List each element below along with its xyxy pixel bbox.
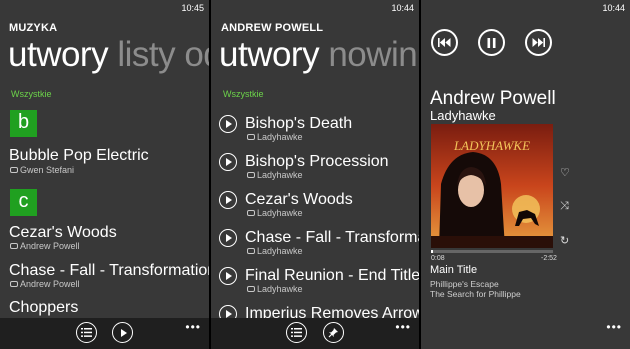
list-item[interactable]: Bishop's Procession xyxy=(219,152,419,171)
artist-icon xyxy=(10,281,18,287)
song-album: Ladyhawke xyxy=(247,208,303,218)
album-label: Ladyhawke xyxy=(257,132,303,142)
album-label: Ladyhawke xyxy=(257,284,303,294)
pivot-new[interactable]: nowinki xyxy=(328,35,419,74)
song-title[interactable]: Cezar's Woods xyxy=(9,223,117,242)
album-icon xyxy=(247,248,255,254)
album-label: Ladyhawke xyxy=(257,170,303,180)
album-icon xyxy=(247,172,255,178)
song-title[interactable]: Cezar's Woods xyxy=(245,190,353,209)
album-icon xyxy=(247,286,255,292)
song-artist: Andrew Powell xyxy=(10,279,80,289)
cover-title: LADYHAWKE xyxy=(453,138,530,153)
album-label: Ladyhawke xyxy=(257,208,303,218)
list-icon[interactable] xyxy=(76,322,97,343)
song-artist: Gwen Stefani xyxy=(10,165,74,175)
song-artist: Andrew Powell xyxy=(10,241,80,251)
list-item[interactable]: Cezar's Woods xyxy=(219,190,419,209)
more-icon[interactable]: ••• xyxy=(185,321,201,333)
play-icon[interactable] xyxy=(112,322,133,343)
song-title[interactable]: Final Reunion - End Title xyxy=(245,266,419,285)
album-icon xyxy=(247,134,255,140)
song-title[interactable]: Bishop's Death xyxy=(245,114,352,133)
pivot-songs[interactable]: utwory xyxy=(219,35,320,74)
more-icon[interactable]: ••• xyxy=(606,321,622,333)
album-label: Ladyhawke xyxy=(257,246,303,256)
status-clock: 10:44 xyxy=(602,3,625,13)
song-title[interactable]: Chase - Fall - Transformation xyxy=(245,228,419,247)
artist-label: Andrew Powell xyxy=(20,279,80,289)
status-clock: 10:45 xyxy=(181,3,204,13)
pivot-playlists[interactable]: listy odt xyxy=(117,35,209,74)
play-icon[interactable] xyxy=(219,152,237,171)
list-item[interactable]: Chase - Fall - Transformation xyxy=(219,228,419,247)
next-track: Phillippe's Escape xyxy=(430,279,499,289)
artist-songs-screen: 10:44 ANDREW POWELL utwory nowinki Wszys… xyxy=(211,0,419,349)
play-icon[interactable] xyxy=(219,114,237,133)
pin-icon[interactable] xyxy=(323,322,344,343)
more-icon[interactable]: ••• xyxy=(395,321,411,333)
filter-all[interactable]: Wszystkie xyxy=(223,89,264,99)
progress-bar[interactable] xyxy=(431,250,553,253)
filter-all[interactable]: Wszystkie xyxy=(11,89,52,99)
album-cover: LADYHAWKE xyxy=(431,124,553,248)
album-icon xyxy=(247,210,255,216)
artist-icon xyxy=(10,167,18,173)
remaining-time: -2:52 xyxy=(541,255,557,262)
list-icon[interactable] xyxy=(286,322,307,343)
app-bar: ••• xyxy=(211,318,419,349)
pause-icon[interactable] xyxy=(478,29,505,56)
status-clock: 10:44 xyxy=(391,3,414,13)
pivot-header: utwory nowinki xyxy=(219,33,419,77)
now-playing-artist: Andrew Powell xyxy=(430,88,556,109)
song-album: Ladyhawke xyxy=(247,246,303,256)
now-playing-album: Ladyhawke xyxy=(430,108,496,123)
list-item[interactable]: Bishop's Death xyxy=(219,114,419,133)
play-icon[interactable] xyxy=(219,266,237,285)
song-album: Ladyhawke xyxy=(247,170,303,180)
song-title[interactable]: Bubble Pop Electric xyxy=(9,146,149,165)
elapsed-time: 0:08 xyxy=(431,255,445,262)
now-playing-song: Main Title xyxy=(430,264,478,276)
progress-fill xyxy=(431,250,434,253)
song-album: Ladyhawke xyxy=(247,132,303,142)
artist-label: Gwen Stefani xyxy=(20,165,75,175)
jump-letter-c[interactable]: c xyxy=(10,189,37,216)
music-library-screen: 10:45 MUZYKA utwory listy odt Wszystkie … xyxy=(0,0,209,349)
app-bar: ••• xyxy=(0,318,209,349)
pivot-songs[interactable]: utwory xyxy=(8,35,109,74)
song-title[interactable]: Choppers xyxy=(9,298,78,317)
shuffle-icon[interactable]: ⤨ xyxy=(560,200,569,213)
repeat-icon[interactable]: ↻ xyxy=(560,234,569,247)
pivot-header: utwory listy odt xyxy=(8,33,209,77)
next-icon[interactable] xyxy=(525,29,552,56)
song-album: Ladyhawke xyxy=(247,284,303,294)
song-title[interactable]: Bishop's Procession xyxy=(245,152,389,171)
play-icon[interactable] xyxy=(219,228,237,247)
previous-icon[interactable] xyxy=(431,29,458,56)
jump-letter-b[interactable]: b xyxy=(10,110,37,137)
app-bar: ••• xyxy=(421,318,630,349)
play-icon[interactable] xyxy=(219,190,237,209)
heart-icon[interactable]: ♡ xyxy=(560,166,570,179)
now-playing-screen: 10:44 Andrew Powell Ladyhawke LADYHAWKE xyxy=(421,0,630,349)
list-item[interactable]: Final Reunion - End Title xyxy=(219,266,419,285)
artist-icon xyxy=(10,243,18,249)
artist-label: Andrew Powell xyxy=(20,241,80,251)
song-title[interactable]: Chase - Fall - Transformation xyxy=(9,261,209,280)
next-track-2: The Search for Phillippe xyxy=(430,289,521,299)
